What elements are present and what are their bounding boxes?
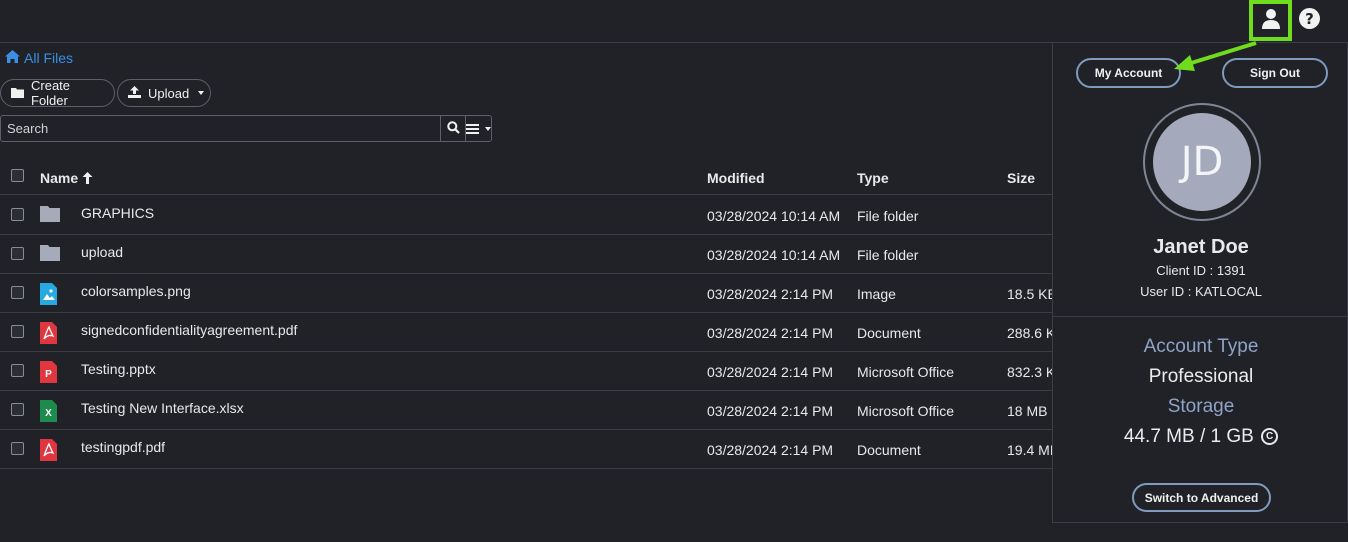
row-checkbox[interactable] xyxy=(11,403,24,416)
file-size: 19.4 MI xyxy=(1007,442,1052,458)
upload-button[interactable]: Upload xyxy=(117,79,211,107)
create-folder-button[interactable]: Create Folder xyxy=(0,78,115,108)
file-size: 18.5 KB xyxy=(1007,286,1052,302)
file-modified: 03/28/2024 2:14 PM xyxy=(707,286,834,302)
file-type: File folder xyxy=(857,247,919,263)
breadcrumb[interactable]: All Files xyxy=(5,50,73,66)
user-name: Janet Doe xyxy=(1153,236,1249,258)
sort-ascending-icon xyxy=(82,170,93,186)
upload-label: Upload xyxy=(148,85,190,101)
folder-icon xyxy=(40,205,60,225)
storage-value: 44.7 MB / 1 GB xyxy=(1123,426,1254,447)
column-header-size[interactable]: Size xyxy=(1007,170,1035,186)
file-type: Image xyxy=(857,286,896,302)
account-type-value: Professional xyxy=(1148,366,1254,387)
file-modified: 03/28/2024 2:14 PM xyxy=(707,364,834,380)
table-row[interactable]: P Testing.pptx 03/28/2024 2:14 PM Microsoft… xyxy=(0,351,1052,391)
file-modified: 03/28/2024 2:14 PM xyxy=(707,403,834,419)
select-all-checkbox[interactable] xyxy=(11,169,24,182)
pdf-file-icon xyxy=(40,322,57,347)
file-modified: 03/28/2024 2:14 PM xyxy=(707,442,834,458)
file-type: Document xyxy=(857,325,921,341)
column-header-name[interactable]: Name xyxy=(40,170,93,186)
row-checkbox[interactable] xyxy=(11,286,24,299)
client-id: Client ID : 1391 xyxy=(1156,263,1246,278)
column-header-modified[interactable]: Modified xyxy=(707,170,765,186)
file-size: 18 MB xyxy=(1007,403,1048,419)
chevron-down-icon xyxy=(485,126,491,131)
storage-label: Storage xyxy=(1167,396,1235,417)
file-size: 832.3 K xyxy=(1007,364,1052,380)
avatar-initials: JD xyxy=(1153,113,1251,211)
row-checkbox[interactable] xyxy=(11,364,24,377)
view-options-button[interactable] xyxy=(465,116,491,141)
copyright-icon: C xyxy=(1261,428,1279,446)
table-row[interactable]: X Testing New Interface.xlsx 03/28/2024 2:… xyxy=(0,390,1052,430)
table-row[interactable]: colorsamples.png 03/28/2024 2:14 PM Image 1… xyxy=(0,273,1052,313)
file-name[interactable]: Testing.pptx xyxy=(81,361,156,377)
folder-icon xyxy=(40,244,60,264)
table-row[interactable]: signedconfidentialityagreement.pdf 03/28/… xyxy=(0,312,1052,352)
search-button[interactable] xyxy=(440,116,465,141)
row-checkbox[interactable] xyxy=(11,325,24,338)
file-type: Microsoft Office xyxy=(857,364,954,380)
file-modified: 03/28/2024 2:14 PM xyxy=(707,325,834,341)
pdf-file-icon xyxy=(40,439,57,464)
user-account-button[interactable] xyxy=(1249,0,1292,41)
table-row[interactable]: upload 03/28/2024 10:14 AM File folder xyxy=(0,234,1052,274)
file-size: 288.6 K xyxy=(1007,325,1052,341)
breadcrumb-all-files[interactable]: All Files xyxy=(24,50,73,66)
my-account-button[interactable]: My Account xyxy=(1076,58,1181,88)
annotation-arrow-icon xyxy=(1174,41,1257,71)
file-modified: 03/28/2024 10:14 AM xyxy=(707,247,841,263)
upload-icon xyxy=(128,85,141,101)
search-icon xyxy=(446,120,460,137)
search-input[interactable] xyxy=(1,116,440,141)
folder-icon xyxy=(11,86,24,101)
row-checkbox[interactable] xyxy=(11,442,24,455)
svg-text:X: X xyxy=(45,408,52,419)
row-checkbox[interactable] xyxy=(11,208,24,221)
storage-row: 44.7 MB / 1 GB C xyxy=(1053,426,1348,448)
file-name[interactable]: upload xyxy=(81,244,123,260)
top-bar: ? xyxy=(0,0,1348,43)
account-dropdown-panel: My Account Sign Out JD Janet Doe Client … xyxy=(1052,42,1348,523)
table-row[interactable]: GRAPHICS 03/28/2024 10:14 AM File folder xyxy=(0,195,1052,235)
help-icon[interactable]: ? xyxy=(1299,8,1320,29)
avatar: JD xyxy=(1143,103,1261,221)
home-icon xyxy=(5,50,20,66)
account-type-label: Account Type xyxy=(1143,336,1259,357)
file-name[interactable]: GRAPHICS xyxy=(81,205,154,221)
file-type: File folder xyxy=(857,208,919,224)
row-checkbox[interactable] xyxy=(11,247,24,260)
table-header: Name Modified Type Size xyxy=(0,160,1052,195)
user-icon xyxy=(1261,8,1281,33)
file-type: Document xyxy=(857,442,921,458)
file-modified: 03/28/2024 10:14 AM xyxy=(707,208,841,224)
column-header-name-label: Name xyxy=(40,170,79,186)
pptx-file-icon: P xyxy=(40,361,57,386)
search-bar xyxy=(0,115,492,142)
create-folder-label: Create Folder xyxy=(31,78,71,108)
file-name[interactable]: Testing New Interface.xlsx xyxy=(81,400,244,416)
file-type: Microsoft Office xyxy=(857,403,954,419)
column-header-type[interactable]: Type xyxy=(857,170,889,186)
image-file-icon xyxy=(40,283,57,308)
list-view-icon xyxy=(466,121,479,137)
xlsx-file-icon: X xyxy=(40,400,57,425)
file-name[interactable]: signedconfidentialityagreement.pdf xyxy=(81,322,297,338)
file-name[interactable]: testingpdf.pdf xyxy=(81,439,165,455)
table-row[interactable]: testingpdf.pdf 03/28/2024 2:14 PM Document… xyxy=(0,429,1052,469)
switch-to-advanced-button[interactable]: Switch to Advanced xyxy=(1132,483,1271,512)
file-name[interactable]: colorsamples.png xyxy=(81,283,191,299)
svg-text:P: P xyxy=(45,369,52,380)
chevron-down-icon xyxy=(198,91,205,95)
user-id: User ID : KATLOCAL xyxy=(1140,284,1262,299)
divider xyxy=(1053,316,1348,317)
